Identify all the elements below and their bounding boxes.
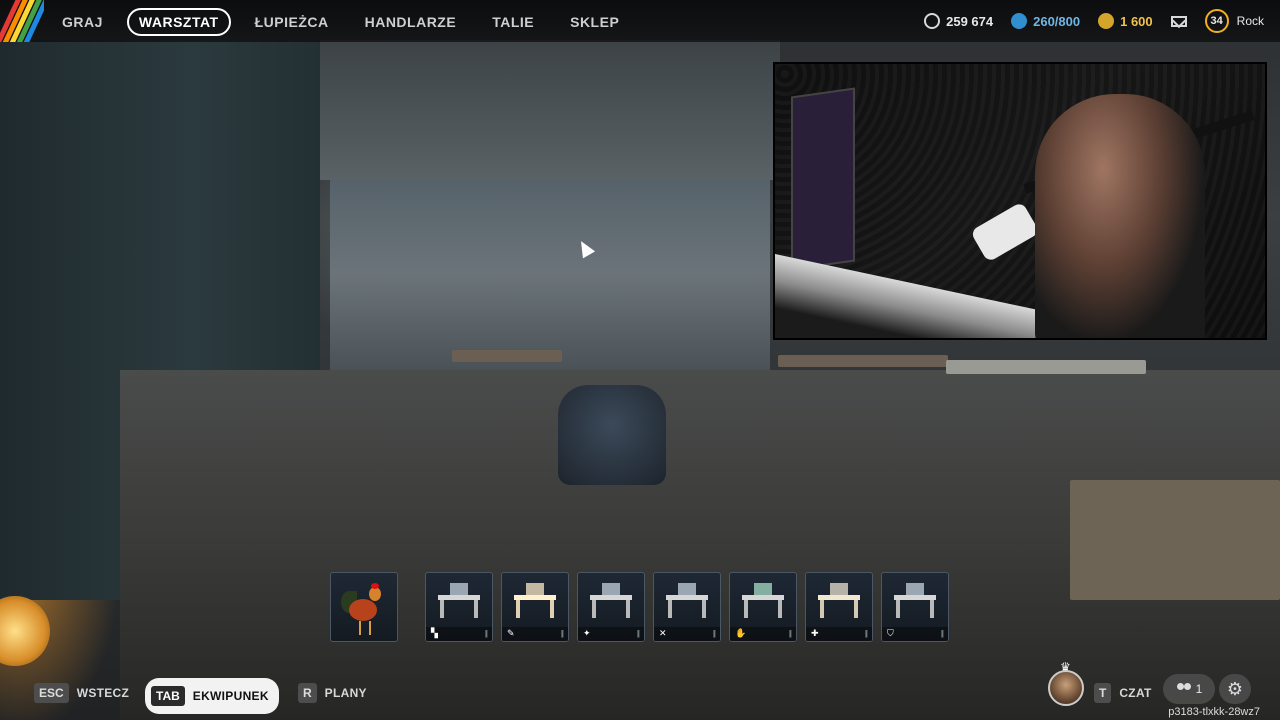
player-avatar[interactable] [1048, 670, 1084, 706]
webcam-monitor [791, 87, 855, 271]
credits-counter[interactable]: 260/800 [1011, 13, 1080, 29]
equipment-label: EKWIPUNEK [192, 689, 269, 703]
nav-tab-play[interactable]: GRAJ [50, 8, 115, 36]
esc-key-hint: ESC [34, 683, 69, 703]
credits-icon [1011, 13, 1028, 29]
workbench-icon [512, 581, 558, 621]
nav-tab-decks[interactable]: TALIE [480, 8, 546, 36]
main-nav: GRAJ WARSZTAT ŁUPIEŻCA HANDLARZE TALIE S… [50, 8, 643, 36]
rainbow-logo-icon [0, 0, 44, 42]
workbench-icon [740, 581, 786, 621]
player-level-badge[interactable]: 34 [1204, 9, 1229, 33]
workbench-icon [588, 581, 634, 621]
r-key-hint: R [298, 683, 317, 703]
credits-value: 260/800 [1033, 13, 1081, 29]
scene-desk [778, 355, 948, 367]
workbench-icon [816, 581, 862, 621]
renown-icon [924, 13, 941, 29]
friends-button[interactable]: 1 [1163, 674, 1215, 704]
hand-icon: ✋ [735, 628, 747, 638]
t-key-hint: T [1094, 683, 1112, 703]
chat-button[interactable]: T CZAT [1094, 678, 1152, 708]
back-button[interactable]: ESC WSTECZ [34, 678, 129, 708]
shield-icon: ⛉ [887, 628, 894, 638]
renown-value: 259 674 [946, 13, 994, 29]
hotbar-slot-workbench-6[interactable]: ✚ || [805, 572, 873, 642]
scene-cabinet [1070, 480, 1280, 600]
wrench-icon: ✎ [507, 628, 515, 638]
nav-tab-looter[interactable]: ŁUPIEŻCA [243, 8, 341, 36]
plans-button[interactable]: R PLANY [298, 678, 367, 708]
webcam-overlay [773, 62, 1267, 340]
hotbar-slot-workbench-2[interactable]: ✎ || [501, 572, 569, 642]
bolt-icon: ✦ [583, 628, 591, 638]
hotbar-slot-rooster[interactable] [330, 572, 398, 642]
crossed-tools-icon: ✕ [659, 628, 667, 638]
plans-label: PLANY [324, 686, 367, 700]
player-name[interactable]: Rock [1237, 14, 1264, 28]
workbench-icon [436, 581, 482, 621]
session-id: p3183-tlxkk-28wz7 [1168, 706, 1260, 718]
mail-icon[interactable] [1170, 15, 1187, 27]
scene-ceiling [320, 40, 780, 180]
settings-gear-icon[interactable]: ⚙ [1219, 674, 1251, 704]
workbench-icon [892, 581, 938, 621]
hotbar-slot-workbench-1[interactable]: ▚ || [425, 572, 493, 642]
scene-desk-right [946, 360, 1146, 374]
gold-coins-icon [1098, 13, 1115, 29]
scene-armchair [558, 385, 666, 485]
hotbar-slot-workbench-5[interactable]: ✋ || [729, 572, 797, 642]
chat-label: CZAT [1119, 686, 1152, 700]
currency-bar: 259 674 260/800 1 600 34 Rock [906, 8, 1264, 34]
rooster-icon [341, 581, 389, 637]
scene-back-wall [330, 180, 770, 370]
hotbar-slot-workbench-4[interactable]: ✕ || [653, 572, 721, 642]
hotbar-slot-workbench-3[interactable]: ✦ || [577, 572, 645, 642]
nav-tab-traders[interactable]: HANDLARZE [353, 8, 469, 36]
tab-key-hint: TAB [151, 686, 185, 706]
gold-counter[interactable]: 1 600 [1098, 13, 1153, 29]
bottom-bar: ESC WSTECZ TAB EKWIPUNEK R PLANY T CZAT [0, 672, 1280, 720]
equipment-button[interactable]: TAB EKWIPUNEK [145, 678, 279, 714]
friends-count: 1 [1195, 682, 1203, 696]
hotbar-slot-workbench-7[interactable]: ⛉ || [881, 572, 949, 642]
back-label: WSTECZ [76, 686, 130, 700]
nav-tab-shop[interactable]: SKLEP [558, 8, 631, 36]
friends-icon [1176, 683, 1192, 695]
workbench-icon [664, 581, 710, 621]
medkit-icon: ✚ [811, 628, 819, 638]
webcam-streamer [1035, 94, 1205, 338]
top-bar: GRAJ WARSZTAT ŁUPIEŻCA HANDLARZE TALIE S… [0, 0, 1280, 42]
gold-value: 1 600 [1120, 13, 1153, 29]
scene-globe-lamp [0, 596, 50, 666]
scene-workbench [452, 350, 562, 362]
renown-counter[interactable]: 259 674 [924, 13, 993, 29]
bench-icon: ▚ [431, 628, 438, 638]
nav-tab-workshop[interactable]: WARSZTAT [126, 8, 231, 36]
